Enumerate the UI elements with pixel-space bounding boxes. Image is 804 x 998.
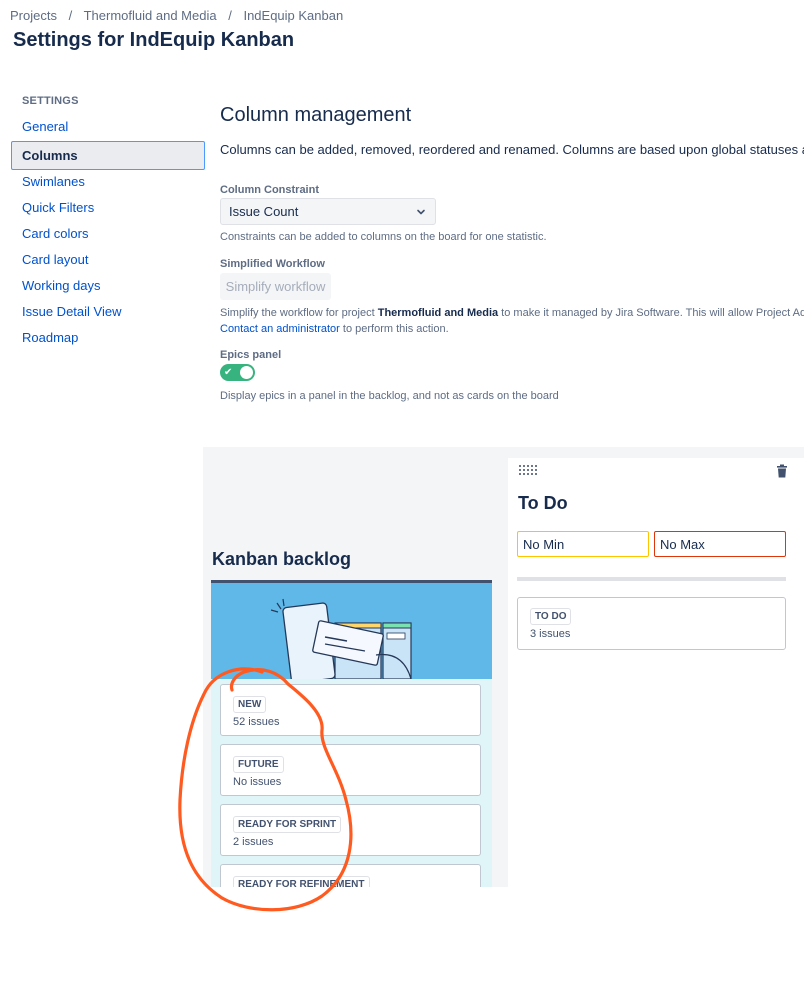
contact-admin-link[interactable]: Contact an administrator (220, 323, 340, 335)
breadcrumb-separator: / (228, 8, 232, 23)
column-management-section: Column management Columns can be added, … (220, 104, 804, 402)
status-lozenge: NEW (233, 696, 267, 713)
column-constraint-value: Issue Count (229, 204, 299, 219)
status-card-ready-for-sprint[interactable]: READY FOR SPRINT 2 issues (220, 804, 481, 856)
breadcrumb-board[interactable]: IndEquip Kanban (243, 8, 343, 23)
sidebar-item-quick-filters[interactable]: Quick Filters (11, 196, 205, 222)
issue-count: 2 issues (233, 836, 274, 848)
backlog-column: NEW 52 issues FUTURE No issues READY FOR… (211, 580, 492, 887)
chevron-down-icon (417, 209, 425, 214)
sidebar-item-issue-detail-view[interactable]: Issue Detail View (11, 300, 205, 326)
status-card-ready-for-refinement[interactable]: READY FOR REFINEMENT (220, 864, 481, 887)
help-text: to make it managed by Jira Software. Thi… (501, 307, 804, 319)
status-card-new[interactable]: NEW 52 issues (220, 684, 481, 736)
epics-panel-toggle[interactable]: ✔ (220, 364, 255, 381)
sidebar-item-card-layout[interactable]: Card layout (11, 248, 205, 274)
contact-admin-help: Contact an administrator to perform this… (220, 323, 804, 335)
status-lozenge: FUTURE (233, 756, 284, 773)
sidebar-item-card-colors[interactable]: Card colors (11, 222, 205, 248)
drag-handle-icon[interactable] (519, 465, 537, 475)
issue-count: No issues (233, 776, 282, 788)
settings-sidebar: SETTINGS General Columns Swimlanes Quick… (11, 95, 205, 352)
kanban-illustration-icon (211, 583, 492, 679)
column-constraint-select[interactable]: Issue Count (220, 198, 436, 225)
column-max-input[interactable]: No Max (654, 531, 786, 557)
project-name: Thermofluid and Media (377, 307, 499, 319)
epics-panel-help: Display epics in a panel in the backlog,… (220, 390, 559, 402)
column-divider (517, 577, 786, 581)
simplified-workflow-help: Simplify the workflow for project Thermo… (220, 307, 804, 319)
column-min-input[interactable]: No Min (517, 531, 649, 557)
column-constraint-help: Constraints can be added to columns on t… (220, 231, 547, 243)
todo-column: To Do No Min No Max TO DO 3 issues (508, 458, 804, 887)
backlog-illustration (211, 583, 492, 679)
breadcrumb-project[interactable]: Thermofluid and Media (84, 8, 217, 23)
check-icon: ✔ (224, 367, 233, 378)
sidebar-item-swimlanes[interactable]: Swimlanes (11, 170, 205, 196)
breadcrumb: Projects / Thermofluid and Media / IndEq… (10, 8, 343, 23)
sidebar-item-working-days[interactable]: Working days (11, 274, 205, 300)
section-title: Column management (220, 104, 412, 126)
status-lozenge: TO DO (530, 608, 572, 625)
sidebar-item-roadmap[interactable]: Roadmap (11, 326, 205, 352)
board-columns-area: Kanban backlog NEW 52 issues FUTURE No i… (203, 447, 804, 887)
issue-count: 52 issues (233, 716, 280, 728)
breadcrumb-projects[interactable]: Projects (10, 8, 57, 23)
sidebar-item-columns[interactable]: Columns (11, 141, 205, 170)
simplify-workflow-button[interactable]: Simplify workflow (220, 273, 331, 300)
status-card-future[interactable]: FUTURE No issues (220, 744, 481, 796)
simplified-workflow-label: Simplified Workflow (220, 258, 325, 270)
help-text: to perform this action. (339, 323, 449, 335)
trash-icon[interactable] (775, 464, 789, 478)
help-text: Simplify the workflow for project (220, 307, 378, 319)
breadcrumb-separator: / (68, 8, 73, 23)
toggle-knob (240, 366, 253, 379)
issue-count: 3 issues (530, 628, 571, 640)
status-lozenge: READY FOR REFINEMENT (233, 876, 370, 887)
column-constraint-label: Column Constraint (220, 184, 319, 196)
status-lozenge: READY FOR SPRINT (233, 816, 342, 833)
page-title: Settings for IndEquip Kanban (13, 29, 295, 51)
status-card-to-do[interactable]: TO DO 3 issues (517, 597, 786, 650)
sidebar-item-general[interactable]: General (11, 115, 205, 141)
column-title[interactable]: To Do (518, 493, 568, 514)
sidebar-heading: SETTINGS (22, 95, 79, 107)
backlog-title: Kanban backlog (212, 549, 352, 569)
section-description: Columns can be added, removed, reordered… (220, 142, 804, 157)
epics-panel-label: Epics panel (220, 349, 282, 361)
